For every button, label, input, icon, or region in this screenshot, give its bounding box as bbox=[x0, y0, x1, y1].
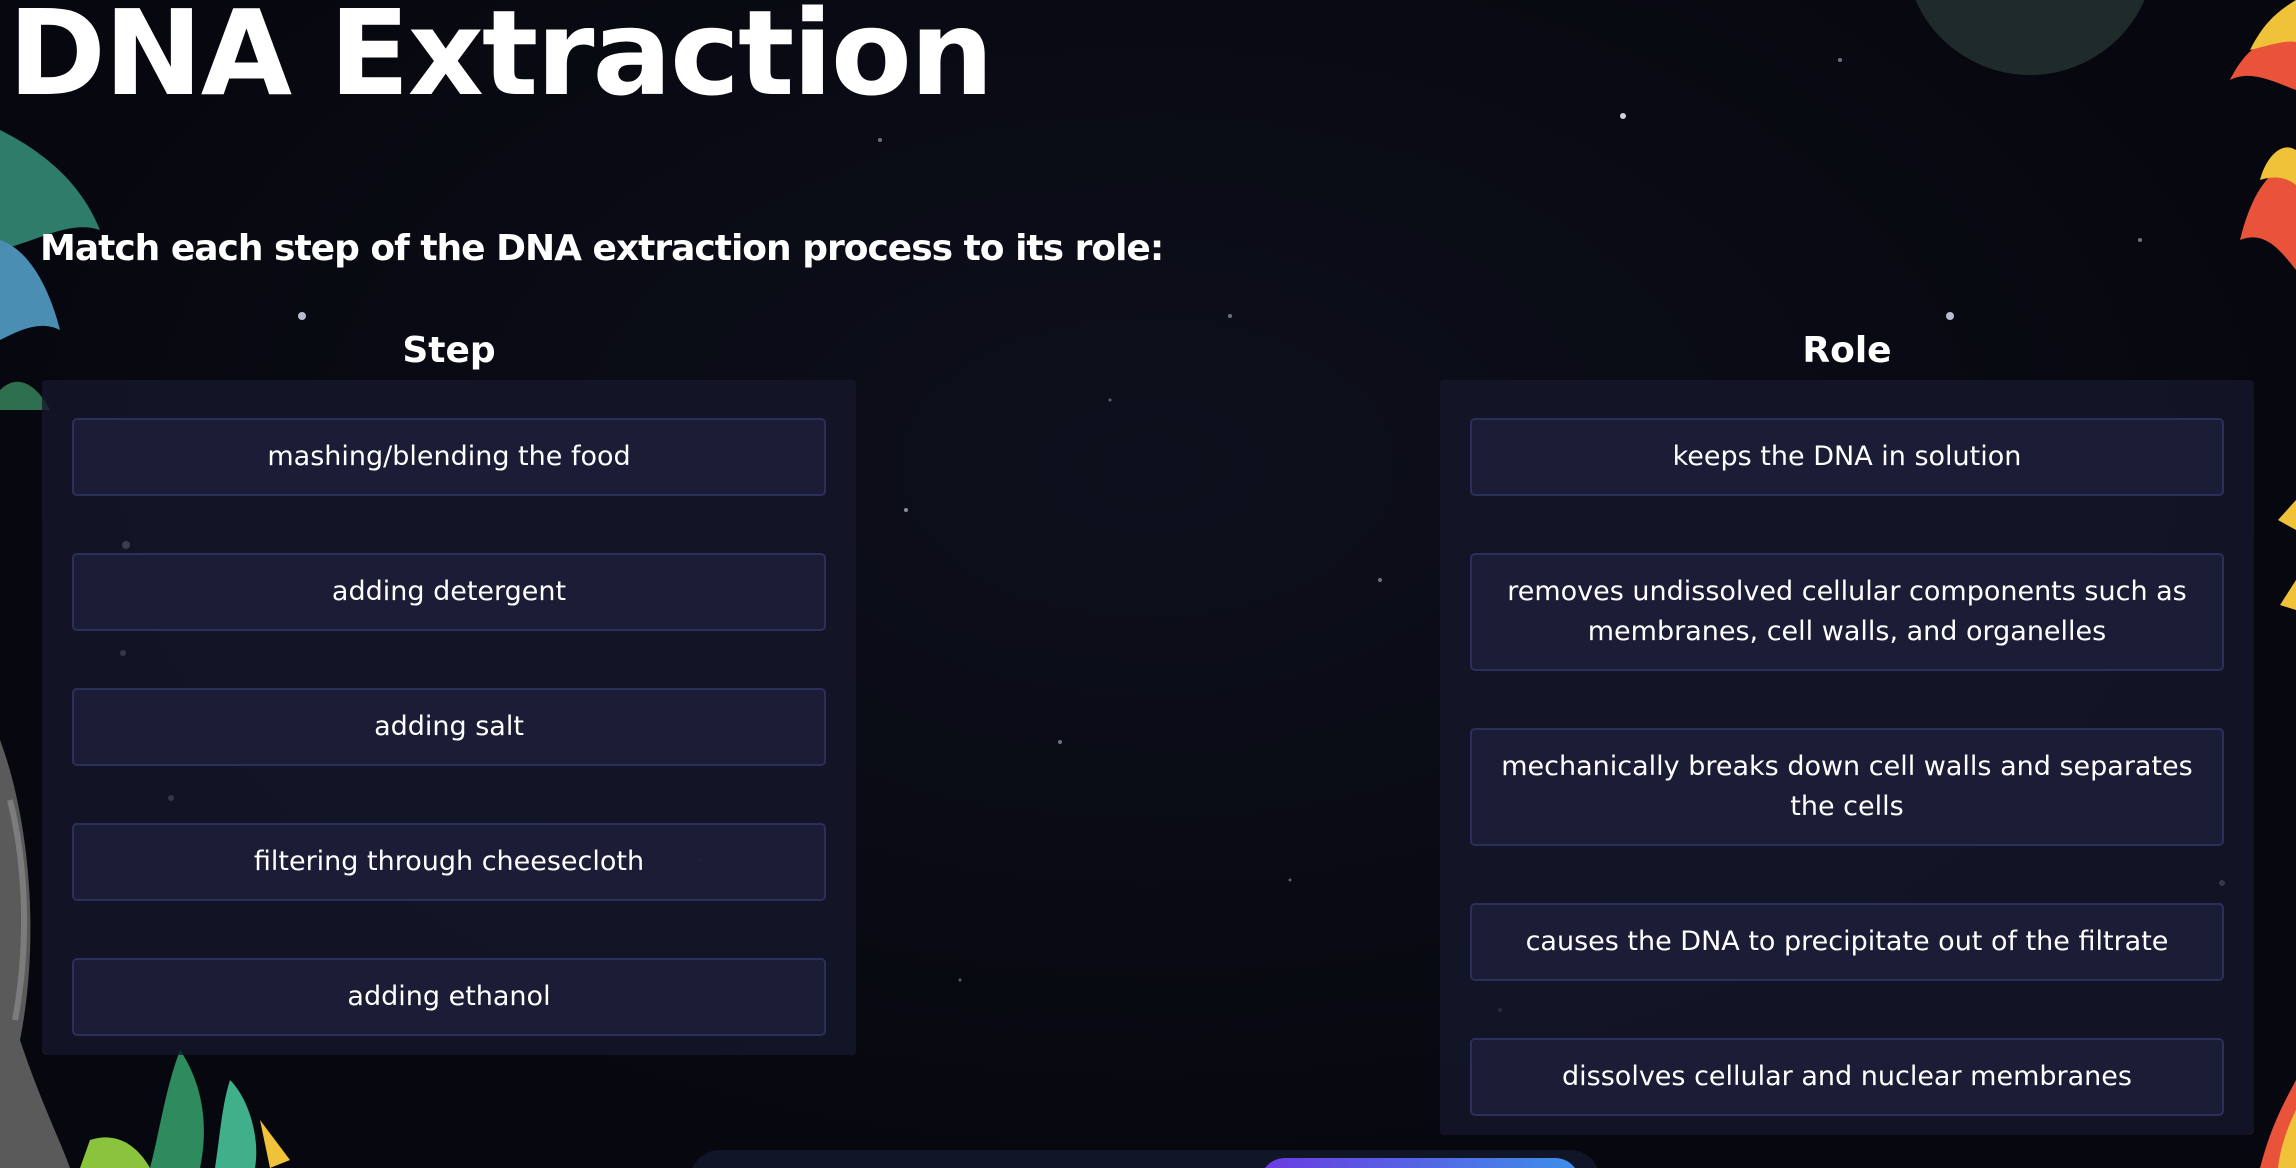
role-card[interactable]: removes undissolved cellular components … bbox=[1470, 553, 2224, 671]
steps-panel: mashing/blending the food adding deterge… bbox=[42, 380, 856, 1055]
step-card[interactable]: adding ethanol bbox=[72, 958, 826, 1036]
role-card[interactable]: dissolves cellular and nuclear membranes bbox=[1470, 1038, 2224, 1116]
step-card[interactable]: adding detergent bbox=[72, 553, 826, 631]
step-card[interactable]: adding salt bbox=[72, 688, 826, 766]
submit-button[interactable] bbox=[1260, 1158, 1580, 1168]
coral-decoration-right bbox=[2230, 0, 2296, 270]
activity-screen: DNA Extraction Match each step of the DN… bbox=[0, 0, 2296, 1168]
instruction-text: Match each step of the DNA extraction pr… bbox=[40, 228, 1164, 269]
role-card[interactable]: keeps the DNA in solution bbox=[1470, 418, 2224, 496]
roles-panel: keeps the DNA in solution removes undiss… bbox=[1440, 380, 2254, 1135]
coral-decoration-bottom-right bbox=[2260, 1080, 2296, 1168]
step-card[interactable]: filtering through cheesecloth bbox=[72, 823, 826, 901]
page-title: DNA Extraction bbox=[8, 0, 994, 122]
yellow-leaf-decoration bbox=[2278, 500, 2296, 610]
role-card[interactable]: causes the DNA to precipitate out of the… bbox=[1470, 903, 2224, 981]
planet-decoration bbox=[1915, 0, 2145, 75]
role-column-header: Role bbox=[1802, 330, 1892, 371]
step-column-header: Step bbox=[402, 330, 496, 371]
role-card[interactable]: mechanically breaks down cell walls and … bbox=[1470, 728, 2224, 846]
step-card[interactable]: mashing/blending the food bbox=[72, 418, 826, 496]
